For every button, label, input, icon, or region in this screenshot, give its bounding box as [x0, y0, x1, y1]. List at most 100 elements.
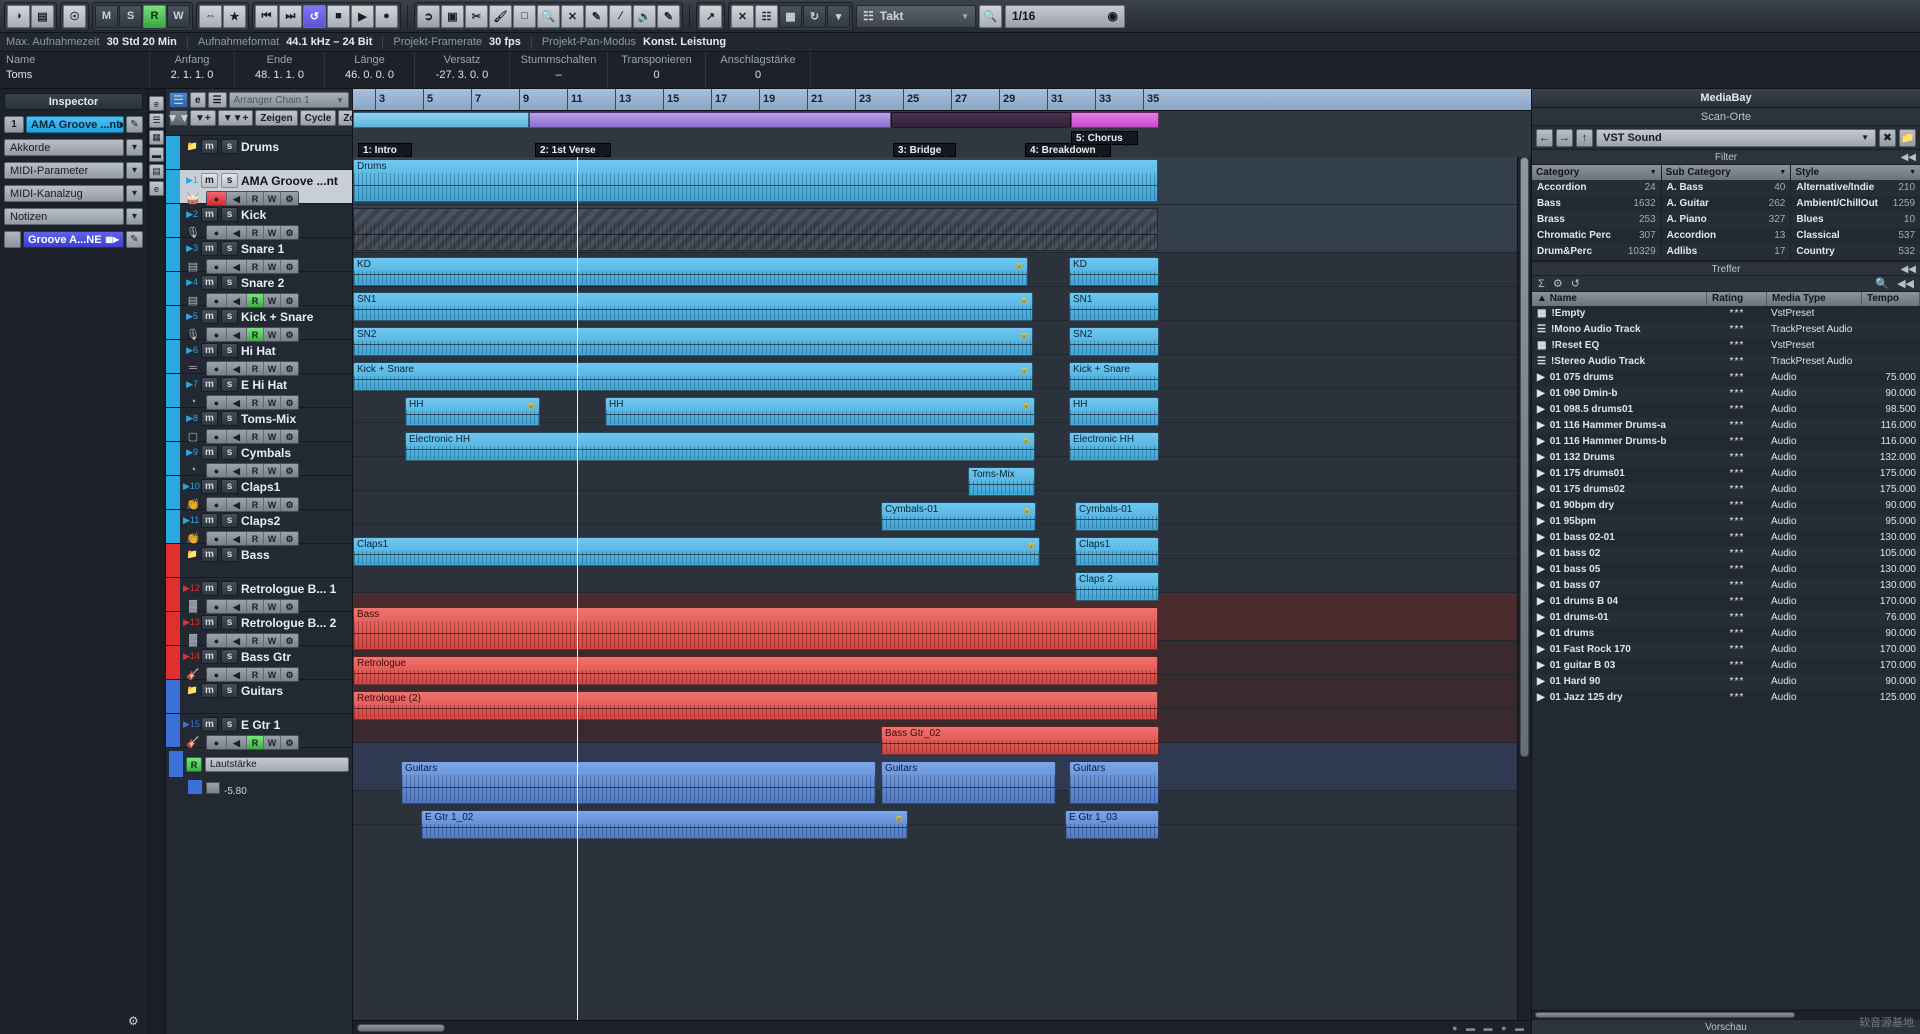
- cycle-follow-icon[interactable]: ↻: [803, 5, 826, 28]
- result-rating[interactable]: ***: [1707, 578, 1767, 594]
- track-expand-icon[interactable]: ▶6: [183, 345, 198, 356]
- track-color-strip[interactable]: [166, 646, 180, 679]
- track-name[interactable]: Guitars: [241, 684, 283, 698]
- read-automation-button[interactable]: R: [247, 532, 264, 545]
- track-name[interactable]: Snare 2: [241, 276, 284, 290]
- filter-column-header[interactable]: Style▼: [1791, 165, 1920, 180]
- result-rating[interactable]: ***: [1707, 530, 1767, 546]
- filter-item[interactable]: Accordion24: [1532, 180, 1661, 196]
- arranger-cycle-button[interactable]: Cycle: [300, 110, 337, 126]
- record-enable-button[interactable]: ●: [207, 396, 227, 409]
- solo-button[interactable]: s: [221, 207, 238, 222]
- audio-event[interactable]: Claps1🔒: [353, 537, 1040, 566]
- arranger-marker[interactable]: 3: Bridge: [893, 143, 956, 157]
- audio-event[interactable]: KD: [1069, 257, 1159, 286]
- track-row[interactable]: ▶7msE Hi Hat◔●◀RW⚙: [166, 374, 352, 408]
- expand-icon[interactable]: ▾: [126, 162, 143, 179]
- constrain-icon[interactable]: ◑: [7, 5, 30, 28]
- mute-tool[interactable]: ✕: [561, 5, 584, 28]
- audio-event[interactable]: HH🔒: [405, 397, 540, 426]
- filter-item[interactable]: Drum&Perc10329: [1532, 244, 1661, 260]
- inspector-tab-akkorde[interactable]: Akkorde ▾: [4, 139, 143, 156]
- track-color-strip[interactable]: [166, 510, 180, 543]
- arranger-add-button[interactable]: ▼+: [190, 110, 216, 126]
- track-expand-icon[interactable]: ▶9: [183, 447, 198, 458]
- record-enable-button[interactable]: ●: [207, 498, 227, 511]
- result-rating[interactable]: ***: [1707, 450, 1767, 466]
- star-icon[interactable]: ★: [223, 5, 246, 28]
- record-enable-button[interactable]: ●: [207, 634, 227, 647]
- track-color-strip[interactable]: [166, 578, 180, 611]
- arranger-icon[interactable]: ☰: [169, 92, 188, 108]
- solo-button[interactable]: s: [221, 445, 238, 460]
- result-row[interactable]: ▶01 Jazz 125 dry***Audio125.000: [1532, 690, 1920, 706]
- vertical-scroll-thumb[interactable]: [1520, 157, 1529, 757]
- folder-icon[interactable]: 📁: [1899, 129, 1916, 147]
- track-settings-button[interactable]: ⚙: [281, 736, 298, 749]
- filter-icon[interactable]: ▼▼: [169, 110, 188, 126]
- track-settings-button[interactable]: ⚙: [281, 260, 298, 273]
- audio-event[interactable]: HH: [1069, 397, 1159, 426]
- mute-button[interactable]: m: [201, 513, 218, 528]
- expand-icon[interactable]: ▾: [126, 185, 143, 202]
- audio-event[interactable]: Guitars: [881, 761, 1056, 804]
- auto-s-button[interactable]: S: [119, 5, 142, 28]
- arranger-marker[interactable]: 2: 1st Verse: [535, 143, 611, 157]
- zoom-tool[interactable]: 🔍: [537, 5, 560, 28]
- write-automation-button[interactable]: W: [264, 226, 281, 239]
- track-color-strip[interactable]: [166, 680, 180, 713]
- monitor-button[interactable]: ◀: [227, 668, 247, 681]
- mute-button[interactable]: m: [201, 615, 218, 630]
- result-row[interactable]: ▶01 116 Hammer Drums-a***Audio116.000: [1532, 418, 1920, 434]
- track-name[interactable]: Toms-Mix: [241, 412, 296, 426]
- mute-button[interactable]: m: [201, 139, 218, 154]
- edit-alt-icon[interactable]: e: [149, 181, 164, 196]
- audio-event[interactable]: Retrologue (2): [353, 691, 1158, 720]
- back-icon[interactable]: ←: [1536, 129, 1553, 147]
- expand-icon[interactable]: ▾: [126, 208, 143, 225]
- read-automation-button[interactable]: R: [247, 260, 264, 273]
- mute-button[interactable]: m: [201, 207, 218, 222]
- monitor-button[interactable]: ◀: [227, 464, 247, 477]
- write-automation-button[interactable]: W: [264, 634, 281, 647]
- arranger-chain-select[interactable]: Arranger Chain 1 ▼: [229, 92, 349, 108]
- collapse-icon[interactable]: ◀◀: [1897, 277, 1914, 290]
- marker-icon[interactable]: ▾: [827, 5, 850, 28]
- result-row[interactable]: ▶01 075 drums***Audio75.000: [1532, 370, 1920, 386]
- filter-item[interactable]: Alternative/Indie210: [1791, 180, 1920, 196]
- track-color-strip[interactable]: [166, 238, 180, 271]
- vertical-scrollbar[interactable]: [1517, 157, 1531, 1020]
- mute-button[interactable]: m: [201, 479, 218, 494]
- inspector-tab-notizen[interactable]: Notizen ▾: [4, 208, 143, 225]
- read-automation-button[interactable]: R: [247, 328, 264, 341]
- track-expand-icon[interactable]: ▶10: [183, 481, 198, 492]
- info-velocity[interactable]: Anschlagstärke 0: [706, 52, 811, 88]
- read-automation-button[interactable]: R: [247, 634, 264, 647]
- result-row[interactable]: ▶01 bass 05***Audio130.000: [1532, 562, 1920, 578]
- monitor-button[interactable]: ◀: [227, 192, 247, 205]
- record-enable-button[interactable]: ●: [207, 668, 227, 681]
- track-settings-button[interactable]: ⚙: [281, 328, 298, 341]
- filter-item[interactable]: Accordion13: [1662, 228, 1791, 244]
- mute-button[interactable]: m: [201, 241, 218, 256]
- track-expand-icon[interactable]: ▶7: [183, 379, 198, 390]
- show-panel-icon[interactable]: ▤: [31, 5, 54, 28]
- gear-icon[interactable]: ⚙: [1553, 277, 1563, 290]
- col-header-tempo[interactable]: Tempo: [1862, 292, 1920, 306]
- track-color-strip[interactable]: [166, 306, 180, 339]
- track-color-strip[interactable]: [166, 476, 180, 509]
- auto-r-button[interactable]: R: [143, 5, 166, 28]
- read-automation-button[interactable]: R: [247, 294, 264, 307]
- audio-event[interactable]: Cymbals-01🔒: [881, 502, 1036, 531]
- track-color-strip[interactable]: [166, 272, 180, 305]
- play-icon[interactable]: ▶: [351, 5, 374, 28]
- track-expand-icon[interactable]: ▶8: [183, 413, 198, 424]
- filter-item[interactable]: Blues10: [1791, 212, 1920, 228]
- result-rating[interactable]: ***: [1707, 418, 1767, 434]
- instrument-power-icon[interactable]: [4, 231, 21, 248]
- track-row[interactable]: ▶14msBass Gtr🎸●◀RW⚙: [166, 646, 352, 680]
- result-rating[interactable]: ***: [1707, 498, 1767, 514]
- stop-icon[interactable]: ■: [327, 5, 350, 28]
- minimize-icon[interactable]: ▬: [149, 147, 164, 162]
- mute-button[interactable]: m: [201, 445, 218, 460]
